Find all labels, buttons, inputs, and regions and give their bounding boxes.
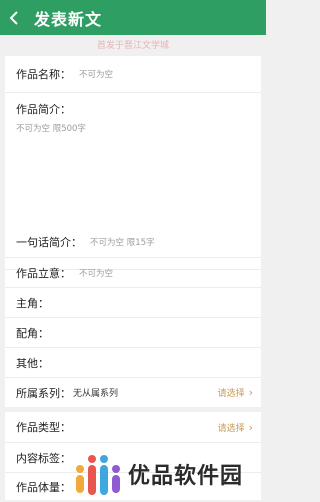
series-select-label: 请选择: [217, 389, 245, 399]
one-line-input[interactable]: 不可为空 限15字: [90, 236, 155, 248]
other-label: 其他：: [16, 356, 49, 370]
series-label: 所属系列：: [16, 386, 71, 400]
size-label: 作品体量：: [16, 480, 71, 494]
chevron-right-icon: ›: [248, 386, 253, 399]
watermark-text: 优品软件园: [128, 464, 244, 489]
watermark: 优品软件园: [72, 448, 266, 500]
intro-label: 作品简介：: [16, 103, 71, 116]
work-name-row[interactable]: 作品名称： 不可为空: [5, 56, 261, 93]
concept-label: 作品立意：: [16, 266, 71, 280]
app-header: 发表新文: [0, 0, 266, 35]
form-card-main: 作品名称： 不可为空 作品简介： 不可为空 限500字 一句话简介： 不可为空 …: [5, 56, 261, 407]
supporting-row[interactable]: 配角：: [5, 318, 261, 348]
work-name-label: 作品名称：: [16, 68, 71, 81]
type-select-button[interactable]: 请选择 ›: [218, 421, 253, 434]
type-label: 作品类型：: [16, 421, 71, 434]
series-value: 无从属系列: [73, 389, 119, 399]
lead-row[interactable]: 主角：: [5, 288, 261, 318]
other-row[interactable]: 其他：: [5, 348, 261, 378]
page-title: 发表新文: [34, 9, 103, 29]
lead-label: 主角：: [16, 296, 49, 310]
tags-label: 内容标签：: [16, 451, 71, 465]
type-row[interactable]: 作品类型： 请选择 ›: [5, 412, 261, 443]
type-select-label: 请选择: [217, 423, 245, 434]
concept-input[interactable]: 不可为空: [79, 267, 113, 279]
concept-row[interactable]: 作品立意： 不可为空: [5, 258, 261, 288]
one-line-label: 一句话简介：: [16, 236, 82, 249]
series-row[interactable]: 所属系列： 无从属系列 请选择 ›: [5, 378, 261, 407]
watermark-logo-icon: [72, 450, 124, 498]
publish-notice: 首发于晋江文学城: [96, 41, 169, 51]
chevron-right-icon: ›: [248, 420, 253, 434]
intro-textarea[interactable]: 不可为空 限500字: [16, 122, 86, 134]
one-line-row[interactable]: 一句话简介： 不可为空 限15字: [5, 227, 261, 258]
chevron-left-icon[interactable]: [0, 0, 28, 35]
supporting-label: 配角：: [16, 326, 49, 340]
work-name-input[interactable]: 不可为空: [79, 68, 113, 80]
series-select-button[interactable]: 请选择 ›: [218, 386, 253, 399]
